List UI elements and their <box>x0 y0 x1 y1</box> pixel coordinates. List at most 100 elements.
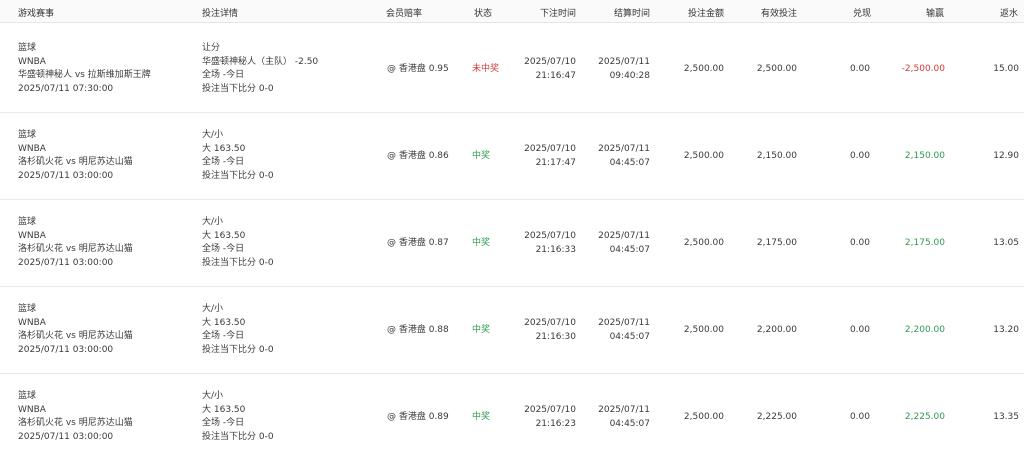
header-game: 游戏赛事 <box>18 9 55 19</box>
valid-bet-amount: 2,225.00 <box>756 412 797 422</box>
bet-time-cell: 2025/07/10 21:16:33 <box>524 230 576 257</box>
bet-period: 全场 -今日 <box>202 418 245 428</box>
win-loss-amount: 2,150.00 <box>904 151 945 161</box>
valid-bet-amount: 2,150.00 <box>756 151 797 161</box>
settle-date: 2025/07/11 <box>598 318 650 328</box>
rebate-amount: 13.20 <box>993 325 1019 335</box>
bet-selection: 大 163.50 <box>202 143 246 154</box>
odds-value: @ 香港盘 0.87 <box>387 238 449 248</box>
valid-bet-amount: 2,200.00 <box>756 325 797 335</box>
bet-date: 2025/07/10 <box>524 57 576 67</box>
odds-value: @ 香港盘 0.95 <box>387 64 449 74</box>
settle-time-cell: 2025/07/11 04:45:07 <box>598 230 650 257</box>
settle-clock: 04:45:07 <box>609 418 650 429</box>
valid-bet-amount: 2,500.00 <box>756 64 797 74</box>
settle-time-cell: 2025/07/11 04:45:07 <box>598 317 650 344</box>
table-row: 篮球 WNBA 洛杉矶火花 vs 明尼苏达山猫 2025/07/11 03:00:00… <box>0 113 1024 200</box>
bet-clock: 21:16:23 <box>535 418 576 429</box>
league-label: WNBA <box>18 317 46 328</box>
sport-label: 篮球 <box>18 130 37 140</box>
table-row: 篮球 WNBA 洛杉矶火花 vs 明尼苏达山猫 2025/07/11 03:00:00… <box>0 200 1024 287</box>
rebate-amount: 13.05 <box>993 238 1019 248</box>
settle-date: 2025/07/11 <box>598 144 650 154</box>
bet-clock: 21:16:47 <box>535 70 576 81</box>
table-row: 篮球 WNBA 洛杉矶火花 vs 明尼苏达山猫 2025/07/11 03:00:00… <box>0 374 1024 456</box>
header-odds: 会员赔率 <box>386 9 423 19</box>
header-rebate: 返水 <box>1000 9 1019 19</box>
bet-amount: 2,500.00 <box>683 151 724 161</box>
rebate-amount: 12.90 <box>993 151 1019 161</box>
game-cell: 篮球 WNBA 洛杉矶火花 vs 明尼苏达山猫 2025/07/11 03:00:00 <box>18 216 133 270</box>
details-cell: 让分华盛顿神秘人（主队） -2.50 全场 -今日投注当下比分 0-0 <box>202 42 318 96</box>
odds-value: @ 香港盘 0.88 <box>387 325 449 335</box>
match-time: 2025/07/11 07:30:00 <box>18 83 114 94</box>
sport-label: 篮球 <box>18 43 37 53</box>
game-cell: 篮球 WNBA 洛杉矶火花 vs 明尼苏达山猫 2025/07/11 03:00:00 <box>18 390 133 444</box>
bet-type: 让分 <box>202 43 221 53</box>
win-loss-amount: 2,200.00 <box>904 325 945 335</box>
status-badge: 中奖 <box>472 238 491 248</box>
bet-time-cell: 2025/07/10 21:16:23 <box>524 404 576 431</box>
header-win-loss: 输赢 <box>926 9 945 19</box>
bet-selection: 华盛顿神秘人（主队） -2.50 <box>202 56 319 67</box>
odds-value: @ 香港盘 0.89 <box>387 412 449 422</box>
bet-amount: 2,500.00 <box>683 238 724 248</box>
settle-clock: 09:40:28 <box>609 70 650 81</box>
header-valid-bet: 有效投注 <box>761 9 798 19</box>
header-bet-time: 下注时间 <box>540 9 577 19</box>
win-loss-amount: 2,175.00 <box>904 238 945 248</box>
settle-date: 2025/07/11 <box>598 231 650 241</box>
bet-score: 投注当下比分 0-0 <box>202 344 274 355</box>
rebate-amount: 15.00 <box>993 64 1019 74</box>
table-row: 篮球 WNBA 华盛顿神秘人 vs 拉斯维加斯王牌 2025/07/11 07:30:… <box>0 26 1024 113</box>
bet-score: 投注当下比分 0-0 <box>202 83 274 94</box>
settle-date: 2025/07/11 <box>598 57 650 67</box>
bet-date: 2025/07/10 <box>524 231 576 241</box>
game-cell: 篮球 WNBA 洛杉矶火花 vs 明尼苏达山猫 2025/07/11 03:00:00 <box>18 129 133 183</box>
game-cell: 篮球 WNBA 洛杉矶火花 vs 明尼苏达山猫 2025/07/11 03:00:00 <box>18 303 133 357</box>
settle-time-cell: 2025/07/11 04:45:07 <box>598 143 650 170</box>
cashout-amount: 0.00 <box>849 325 870 335</box>
sport-label: 篮球 <box>18 217 37 227</box>
status-badge: 未中奖 <box>472 64 500 74</box>
odds-value: @ 香港盘 0.86 <box>387 151 449 161</box>
bet-type: 大/小 <box>202 217 224 227</box>
bet-selection: 大 163.50 <box>202 404 246 415</box>
bet-period: 全场 -今日 <box>202 70 245 80</box>
cashout-amount: 0.00 <box>849 64 870 74</box>
status-badge: 中奖 <box>472 412 491 422</box>
match-label: 洛杉矶火花 vs 明尼苏达山猫 <box>18 157 133 167</box>
valid-bet-amount: 2,175.00 <box>756 238 797 248</box>
bet-clock: 21:16:30 <box>535 331 576 342</box>
bet-time-cell: 2025/07/10 21:16:47 <box>524 56 576 83</box>
bet-clock: 21:17:47 <box>535 157 576 168</box>
bet-date: 2025/07/10 <box>524 318 576 328</box>
match-time: 2025/07/11 03:00:00 <box>18 344 114 355</box>
bet-date: 2025/07/10 <box>524 405 576 415</box>
settle-clock: 04:45:07 <box>609 244 650 255</box>
match-label: 洛杉矶火花 vs 明尼苏达山猫 <box>18 331 133 341</box>
bet-period: 全场 -今日 <box>202 244 245 254</box>
details-cell: 大/小大 163.50 全场 -今日 投注当下比分 0-0 <box>202 129 274 183</box>
header-cashout: 兑现 <box>853 9 872 19</box>
settle-clock: 04:45:07 <box>609 331 650 342</box>
sport-label: 篮球 <box>18 391 37 401</box>
match-time: 2025/07/11 03:00:00 <box>18 257 114 268</box>
match-time: 2025/07/11 03:00:00 <box>18 170 114 181</box>
settle-time-cell: 2025/07/11 04:45:07 <box>598 404 650 431</box>
bet-amount: 2,500.00 <box>683 412 724 422</box>
header-status: 状态 <box>474 9 493 19</box>
settle-time-cell: 2025/07/11 09:40:28 <box>598 56 650 83</box>
details-cell: 大/小大 163.50 全场 -今日 投注当下比分 0-0 <box>202 216 274 270</box>
cashout-amount: 0.00 <box>849 151 870 161</box>
league-label: WNBA <box>18 230 46 241</box>
league-label: WNBA <box>18 143 46 154</box>
bet-score: 投注当下比分 0-0 <box>202 431 274 442</box>
bet-type: 大/小 <box>202 130 224 140</box>
header-details: 投注详情 <box>202 9 239 19</box>
details-cell: 大/小大 163.50 全场 -今日 投注当下比分 0-0 <box>202 390 274 444</box>
match-label: 华盛顿神秘人 vs 拉斯维加斯王牌 <box>18 70 151 80</box>
match-time: 2025/07/11 03:00:00 <box>18 431 114 442</box>
win-loss-amount: 2,225.00 <box>904 412 945 422</box>
cashout-amount: 0.00 <box>849 412 870 422</box>
